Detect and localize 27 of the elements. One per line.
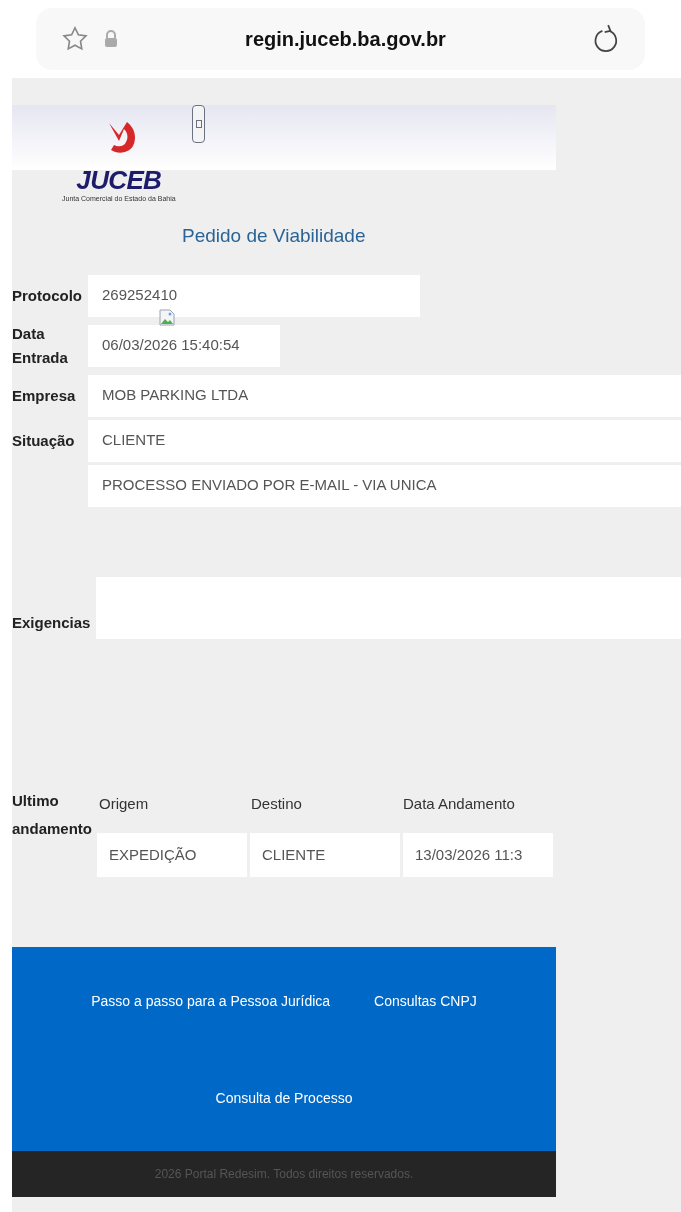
page-title: Pedido de Viabilidade bbox=[182, 224, 367, 248]
url-text: regin.juceb.ba.gov.br bbox=[244, 27, 447, 52]
field-label: Data Entrada bbox=[12, 323, 69, 368]
address-bar[interactable]: regin.juceb.ba.gov.br bbox=[36, 8, 645, 70]
footer-link[interactable]: Consulta de Processo bbox=[12, 1088, 556, 1109]
field-value: 269252410 bbox=[88, 274, 420, 317]
field-label: Situação bbox=[12, 430, 76, 451]
field-value: CLIENTE bbox=[88, 419, 681, 462]
exigencias-label: Exigencias bbox=[12, 613, 92, 633]
broken-image-icon bbox=[158, 308, 176, 327]
table-cell: CLIENTE bbox=[250, 833, 400, 877]
column-header: Origem bbox=[98, 793, 150, 814]
table-cell: EXPEDIÇÃO bbox=[97, 833, 247, 877]
logo-text: JUCEB bbox=[76, 167, 162, 193]
table-cell: 13/03/2026 11:3 bbox=[403, 833, 553, 877]
image-placeholder bbox=[192, 105, 205, 143]
field-value: 06/03/2026 15:40:54 bbox=[88, 324, 280, 367]
lock-icon bbox=[104, 30, 118, 48]
column-header: Data Andamento bbox=[402, 793, 516, 814]
field-value: MOB PARKING LTDA bbox=[88, 374, 681, 417]
field-label: Protocolo bbox=[12, 285, 82, 306]
footer-link[interactable]: Passo a passo para a Pessoa Jurídica bbox=[91, 991, 331, 1012]
footer-link[interactable]: Consultas CNPJ bbox=[374, 991, 477, 1012]
column-header: Destino bbox=[250, 793, 303, 814]
field-label: Empresa bbox=[12, 385, 77, 406]
field-value: PROCESSO ENVIADO POR E-MAIL - VIA UNICA bbox=[88, 464, 681, 507]
andamento-label: Ultimo andamento bbox=[12, 790, 93, 839]
